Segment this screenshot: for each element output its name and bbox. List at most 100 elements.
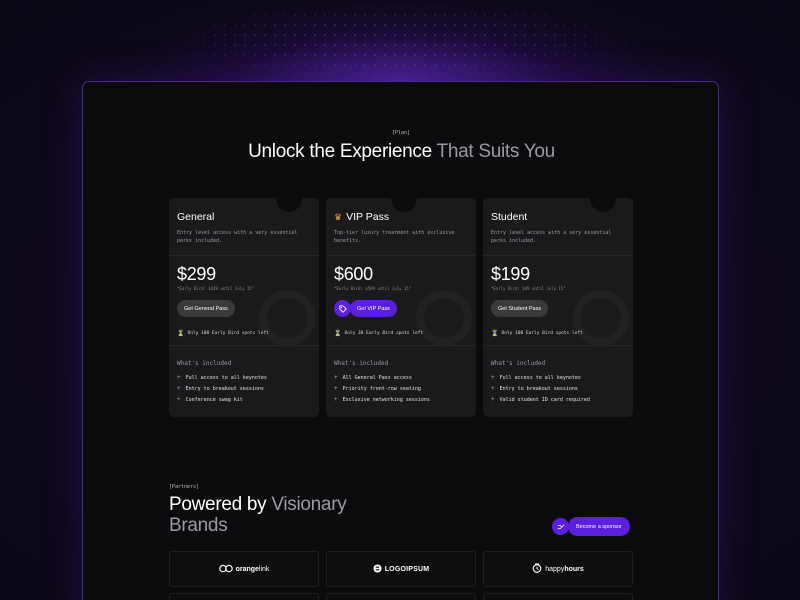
logoipsum-logo-icon bbox=[373, 563, 382, 575]
feature-item: + Valid student ID card required bbox=[491, 396, 590, 403]
get-general-pass-button[interactable]: Get General Pass bbox=[177, 300, 235, 317]
plan-description: Entry level access with a very essential… bbox=[177, 230, 298, 244]
divider bbox=[326, 255, 476, 256]
feature-item: + Exclusive networking sessions bbox=[334, 396, 430, 403]
spots-text: Only 100 Early Bird spots left bbox=[187, 331, 269, 336]
plan-name: ♛ VIP Pass bbox=[334, 211, 389, 223]
pricing-card-general: General Entry level access with a very e… bbox=[169, 198, 319, 417]
hourglass-icon: ⌛ bbox=[491, 330, 499, 337]
card-notch bbox=[590, 198, 616, 212]
plus-icon: + bbox=[491, 374, 495, 381]
decorative-ring bbox=[259, 290, 315, 346]
dot-grid-pattern bbox=[150, 0, 650, 80]
partner-logo-placeholder bbox=[169, 593, 319, 600]
get-student-pass-button[interactable]: Get Student Pass bbox=[491, 300, 549, 317]
become-sponsor-button[interactable]: Become a sponsor bbox=[568, 517, 630, 536]
spots-left: ⌛ Only 100 Early Bird spots left bbox=[491, 330, 583, 337]
content-panel: [Plan] Unlock the Experience That Suits … bbox=[82, 81, 719, 600]
feature-text: Full access to all keynotes bbox=[185, 374, 267, 381]
plus-icon: + bbox=[491, 385, 495, 392]
logoipsum-logo-text: LOGOIPSUM bbox=[384, 565, 430, 573]
early-bird-note: *Early Bird: $49 until July 15" bbox=[491, 286, 566, 291]
partners-title: Powered by Visionary Brands bbox=[169, 494, 347, 536]
divider bbox=[169, 255, 319, 256]
feature-item: + Full access to all keynotes bbox=[177, 374, 267, 381]
plus-icon: + bbox=[177, 385, 181, 392]
pricing-title-dim: That Suits You bbox=[436, 141, 556, 162]
card-notch bbox=[276, 198, 302, 212]
plus-icon: + bbox=[334, 396, 338, 403]
feature-text: Priority front-row seating bbox=[342, 385, 421, 392]
feature-item: + Entry to breakout sessions bbox=[491, 385, 578, 392]
hourglass-icon: ⌛ bbox=[177, 330, 185, 337]
pricing-card-vip: ♛ VIP Pass Top-tier luxury treatment wit… bbox=[326, 198, 476, 417]
plus-icon: + bbox=[334, 385, 338, 392]
partners-title-main: Powered by bbox=[169, 494, 267, 515]
partners-title-dim-line2: Brands bbox=[169, 515, 228, 536]
decorative-ring bbox=[416, 290, 472, 346]
early-bird-note: *Early Bird: $599 until July 15" bbox=[334, 286, 412, 291]
logo-suffix: hours bbox=[564, 565, 584, 573]
plan-description: Top-tier luxury treatment with exclusive… bbox=[334, 230, 455, 244]
feature-text: Entry to breakout sessions bbox=[185, 385, 264, 392]
plan-price: $600 bbox=[334, 264, 373, 284]
partner-logo-placeholder bbox=[483, 593, 633, 600]
feature-text: All General Pass access bbox=[342, 374, 412, 381]
partner-logo-placeholder bbox=[326, 593, 476, 600]
feature-text: Exclusive networking sessions bbox=[342, 396, 430, 403]
decorative-ring bbox=[573, 290, 629, 346]
partner-logo-happyhours: happyhours bbox=[483, 551, 633, 587]
spots-left: ⌛ Only 100 Early Bird spots left bbox=[177, 330, 269, 337]
plan-name: Student bbox=[491, 211, 528, 223]
divider bbox=[169, 345, 319, 346]
feature-item: + All General Pass access bbox=[334, 374, 412, 381]
feature-item: + Full access to all keynotes bbox=[491, 374, 581, 381]
get-vip-pass-button[interactable]: Get VIP Pass bbox=[350, 300, 397, 317]
logo-prefix: orange bbox=[235, 565, 259, 573]
partners-section-tag: [Partners] bbox=[169, 484, 200, 490]
orangelink-logo-icon bbox=[218, 564, 233, 575]
handshake-icon[interactable] bbox=[552, 518, 569, 535]
spots-text: Only 100 Early Bird spots left bbox=[501, 331, 583, 336]
whats-included-label: What's included bbox=[334, 360, 389, 367]
feature-text: Conference swag kit bbox=[185, 396, 243, 403]
pricing-title-main: Unlock the Experience bbox=[248, 141, 432, 162]
plus-icon: + bbox=[491, 396, 495, 403]
feature-text: Entry to breakout sessions bbox=[499, 385, 578, 392]
pricing-title: Unlock the Experience That Suits You bbox=[83, 141, 718, 162]
divider bbox=[326, 345, 476, 346]
crown-icon: ♛ bbox=[334, 211, 343, 222]
plan-section-tag: [Plan] bbox=[392, 130, 411, 136]
plan-name-text: VIP Pass bbox=[346, 211, 390, 223]
orangelink-logo-text: orangelink bbox=[236, 566, 270, 573]
early-bird-note: *Early Bird: $249 until July 15" bbox=[177, 286, 255, 291]
plan-name: General bbox=[177, 211, 215, 223]
happyhours-logo-icon bbox=[532, 563, 542, 575]
feature-item: + Conference swag kit bbox=[177, 396, 243, 403]
plus-icon: + bbox=[177, 374, 181, 381]
divider bbox=[483, 255, 633, 256]
partners-title-dim: Visionary bbox=[271, 494, 347, 515]
happyhours-logo-text: happyhours bbox=[545, 566, 584, 573]
plan-description: Entry level access with a very essential… bbox=[491, 230, 612, 244]
partner-logo-logoipsum: LOGOIPSUM bbox=[326, 551, 476, 587]
spots-left: ⌛ Only 30 Early Bird spots left bbox=[334, 330, 423, 337]
plus-icon: + bbox=[334, 374, 338, 381]
feature-text: Valid student ID card required bbox=[499, 396, 590, 403]
card-notch bbox=[391, 198, 417, 212]
whats-included-label: What's included bbox=[177, 360, 232, 367]
plus-icon: + bbox=[177, 396, 181, 403]
feature-text: Full access to all keynotes bbox=[499, 374, 581, 381]
hourglass-icon: ⌛ bbox=[334, 330, 342, 337]
feature-item: + Priority front-row seating bbox=[334, 385, 421, 392]
logo-prefix: happy bbox=[545, 565, 565, 573]
tag-icon[interactable] bbox=[334, 300, 351, 317]
whats-included-label: What's included bbox=[491, 360, 546, 367]
logo-suffix: link bbox=[258, 565, 270, 573]
pricing-card-student: Student Entry level access with a very e… bbox=[483, 198, 633, 417]
plan-price: $199 bbox=[491, 264, 530, 284]
spots-text: Only 30 Early Bird spots left bbox=[344, 331, 424, 336]
plan-price: $299 bbox=[177, 264, 216, 284]
divider bbox=[483, 345, 633, 346]
partner-logo-orangelink: orangelink bbox=[169, 551, 319, 587]
